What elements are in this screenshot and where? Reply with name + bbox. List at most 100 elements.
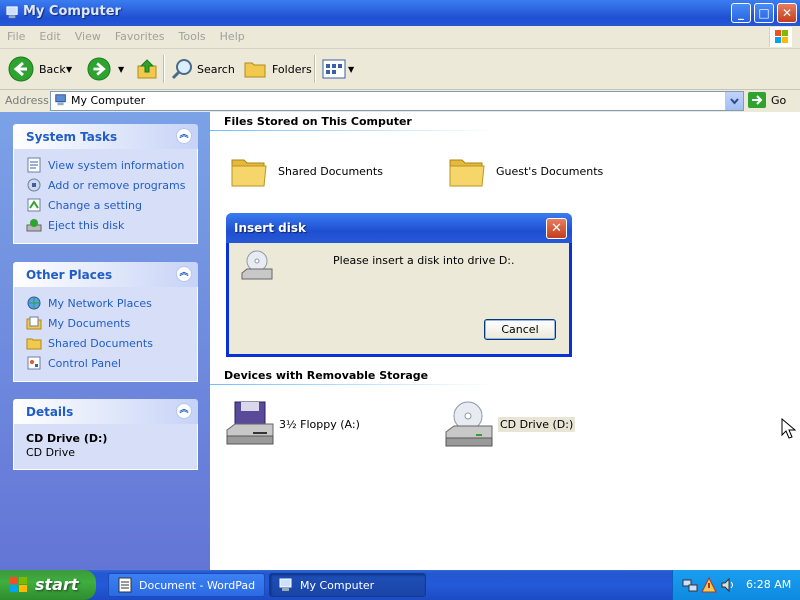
removable-section-title: Devices with Removable Storage (224, 369, 429, 382)
system-tasks-header[interactable]: System Tasks ︽ (13, 124, 198, 149)
menu-favorites[interactable]: Favorites (108, 26, 172, 43)
back-label: Back (39, 62, 66, 76)
menu-tools[interactable]: Tools (172, 26, 213, 43)
network-places-icon (27, 296, 41, 310)
dialog-close-button[interactable]: ✕ (546, 218, 567, 239)
taskbar-button-label: My Computer (300, 578, 375, 592)
start-label: start (35, 575, 79, 594)
folder-icon (231, 159, 267, 187)
cancel-button[interactable]: Cancel (484, 319, 556, 340)
control-panel-icon (27, 198, 41, 212)
folders-label: Folders (272, 62, 312, 76)
add-remove-programs-link[interactable]: Add or remove programs (26, 175, 187, 195)
folder-icon (449, 159, 485, 187)
link-label: View system information (48, 158, 185, 172)
section-divider (210, 384, 495, 385)
system-tasks-title: System Tasks (26, 130, 118, 144)
taskbar-button-wordpad[interactable]: Document - WordPad (108, 573, 265, 597)
menu-help[interactable]: Help (213, 26, 252, 43)
mouse-cursor-icon (781, 418, 797, 439)
shared-documents-item[interactable]: Shared Documents (230, 152, 383, 190)
my-computer-icon (55, 94, 66, 106)
views-button[interactable]: ▼ (322, 55, 354, 83)
item-label: 3½ Floppy (A:) (279, 417, 360, 431)
view-system-information-link[interactable]: View system information (26, 155, 187, 175)
my-documents-icon (26, 316, 42, 330)
eject-disk-link[interactable]: Eject this disk (26, 215, 187, 235)
menu-view[interactable]: View (68, 26, 108, 43)
views-dropdown-icon: ▼ (348, 64, 355, 74)
chevron-down-icon (730, 98, 739, 105)
folders-button[interactable]: Folders (243, 55, 312, 83)
forward-button[interactable] (87, 55, 111, 83)
close-button[interactable]: ✕ (777, 3, 797, 23)
address-input[interactable]: My Computer (50, 91, 744, 111)
section-divider (210, 130, 495, 131)
address-bar: Address My Computer Go (0, 90, 800, 113)
shared-documents-link[interactable]: Shared Documents (26, 333, 187, 353)
minimize-button[interactable]: _ (731, 3, 751, 23)
link-label: My Network Places (48, 296, 152, 310)
insert-disk-dialog: Insert disk ✕ Please insert a disk into … (226, 213, 572, 357)
back-arrow-icon (8, 56, 34, 82)
other-places-header[interactable]: Other Places ︽ (13, 262, 198, 287)
details-title: Details (26, 405, 74, 419)
maximize-button[interactable]: □ (754, 3, 774, 23)
item-label: Shared Documents (278, 164, 383, 178)
my-computer-icon (279, 578, 292, 591)
link-label: Add or remove programs (48, 178, 186, 192)
cd-drive-icon (445, 401, 493, 447)
search-icon (171, 59, 192, 80)
eject-icon (26, 219, 42, 232)
volume-icon[interactable] (720, 577, 736, 593)
address-label: Address (5, 94, 49, 107)
control-panel-link[interactable]: Control Panel (26, 353, 187, 373)
taskbar-button-my-computer[interactable]: My Computer (269, 573, 426, 597)
folders-icon (244, 62, 266, 78)
details-header[interactable]: Details ︽ (13, 399, 198, 424)
change-setting-link[interactable]: Change a setting (26, 195, 187, 215)
collapse-chevron-icon[interactable]: ︽ (176, 128, 192, 144)
dialog-title-bar[interactable]: Insert disk ✕ (226, 213, 572, 243)
link-label: Shared Documents (48, 336, 153, 350)
floppy-drive-icon (226, 401, 274, 445)
window-title: My Computer (23, 4, 121, 19)
up-folder-button[interactable] (135, 55, 159, 83)
address-value: My Computer (71, 94, 146, 107)
taskbar: start Document - WordPad My Computer 6:2… (0, 570, 800, 600)
system-tray: 6:28 AM (672, 570, 800, 600)
address-dropdown-button[interactable] (725, 92, 743, 110)
back-dropdown-icon[interactable]: ▼ (66, 65, 72, 74)
collapse-chevron-icon[interactable]: ︽ (176, 266, 192, 282)
start-button[interactable]: start (0, 570, 96, 600)
task-pane: System Tasks ︽ View system information A… (0, 112, 210, 570)
my-documents-link[interactable]: My Documents (26, 313, 187, 333)
network-icon[interactable] (682, 577, 698, 593)
menu-edit[interactable]: Edit (32, 26, 67, 43)
cd-drive-item[interactable]: CD Drive (D:) (444, 400, 576, 448)
files-section-title: Files Stored on This Computer (224, 115, 412, 128)
windows-logo-icon (769, 27, 792, 47)
forward-dropdown-icon[interactable]: ▼ (118, 65, 124, 74)
security-alert-icon[interactable] (701, 577, 717, 593)
window-title-bar[interactable]: My Computer _ □ ✕ (0, 0, 800, 26)
dialog-message: Please insert a disk into drive D:. (333, 254, 515, 267)
details-panel: Details ︽ CD Drive (D:) CD Drive (13, 399, 198, 470)
go-button[interactable]: Go (748, 92, 786, 108)
collapse-chevron-icon[interactable]: ︽ (176, 403, 192, 419)
my-computer-icon (6, 6, 18, 19)
add-remove-programs-icon (27, 178, 41, 192)
dialog-title: Insert disk (234, 221, 306, 235)
floppy-drive-item[interactable]: 3½ Floppy (A:) (225, 400, 360, 448)
back-button[interactable]: Back (8, 55, 66, 83)
search-button[interactable]: Search (170, 55, 235, 83)
go-label: Go (771, 93, 787, 107)
views-icon (322, 59, 346, 79)
system-information-icon (27, 157, 41, 173)
link-label: Control Panel (48, 356, 121, 370)
system-tasks-panel: System Tasks ︽ View system information A… (13, 124, 198, 244)
menu-file[interactable]: File (0, 26, 32, 43)
item-label: CD Drive (D:) (498, 416, 576, 432)
guests-documents-item[interactable]: Guest's Documents (448, 152, 603, 190)
my-network-places-link[interactable]: My Network Places (26, 293, 187, 313)
